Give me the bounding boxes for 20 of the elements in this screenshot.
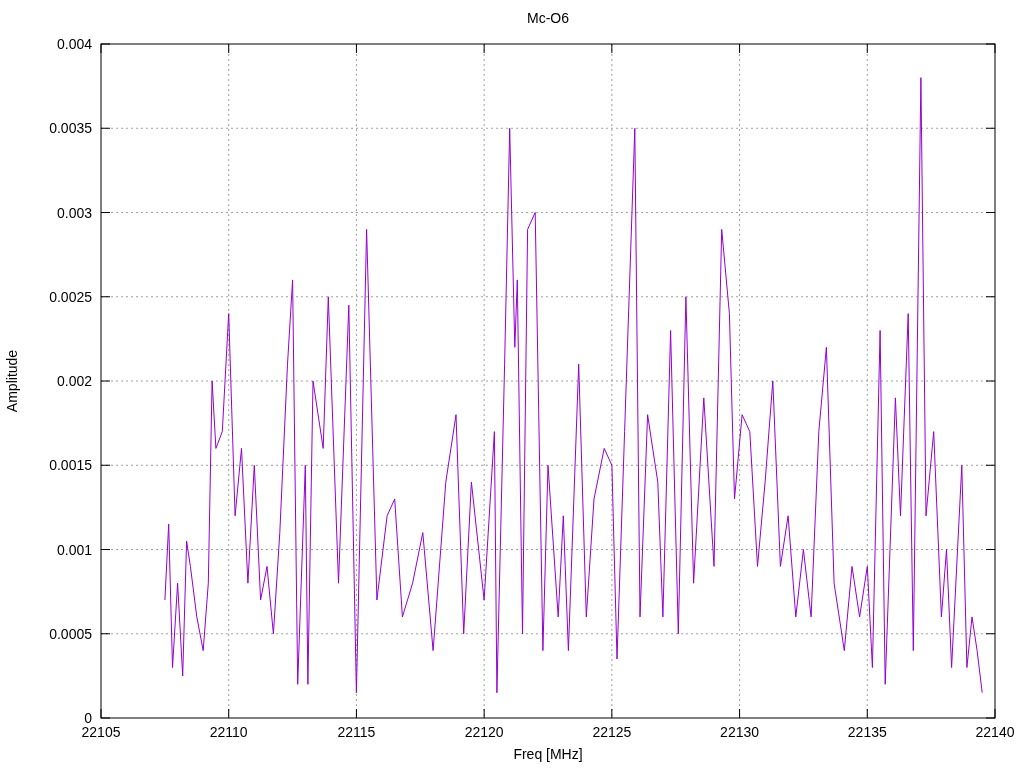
x-tick-label: 22115 — [337, 724, 376, 740]
y-tick-label: 0.0015 — [49, 457, 92, 474]
y-tick-label: 0.002 — [56, 373, 92, 389]
y-tick-label: 0.0035 — [49, 120, 92, 137]
x-tick-label: 22125 — [592, 724, 632, 740]
y-axis-label: Amplitude — [4, 349, 20, 413]
x-tick-label: 22140 — [975, 724, 1015, 740]
y-tick-label: 0.0005 — [49, 625, 92, 642]
y-tick-label: 0.001 — [56, 541, 92, 558]
x-axis-label: Freq [MHz] — [513, 746, 583, 762]
x-tick-label: 22130 — [720, 724, 760, 740]
x-tick-label: 22135 — [847, 724, 887, 740]
x-tick-label: 22105 — [81, 724, 121, 740]
y-tick-label: 0.0025 — [49, 288, 92, 305]
chart-title: Mc-O6 — [527, 10, 569, 26]
y-tick-label: 0.004 — [56, 36, 92, 52]
x-tick-label: 22110 — [209, 724, 248, 740]
y-tick-label: 0.003 — [56, 204, 92, 221]
y-tick-label: 0 — [84, 710, 92, 726]
x-tick-label: 22120 — [464, 724, 504, 740]
